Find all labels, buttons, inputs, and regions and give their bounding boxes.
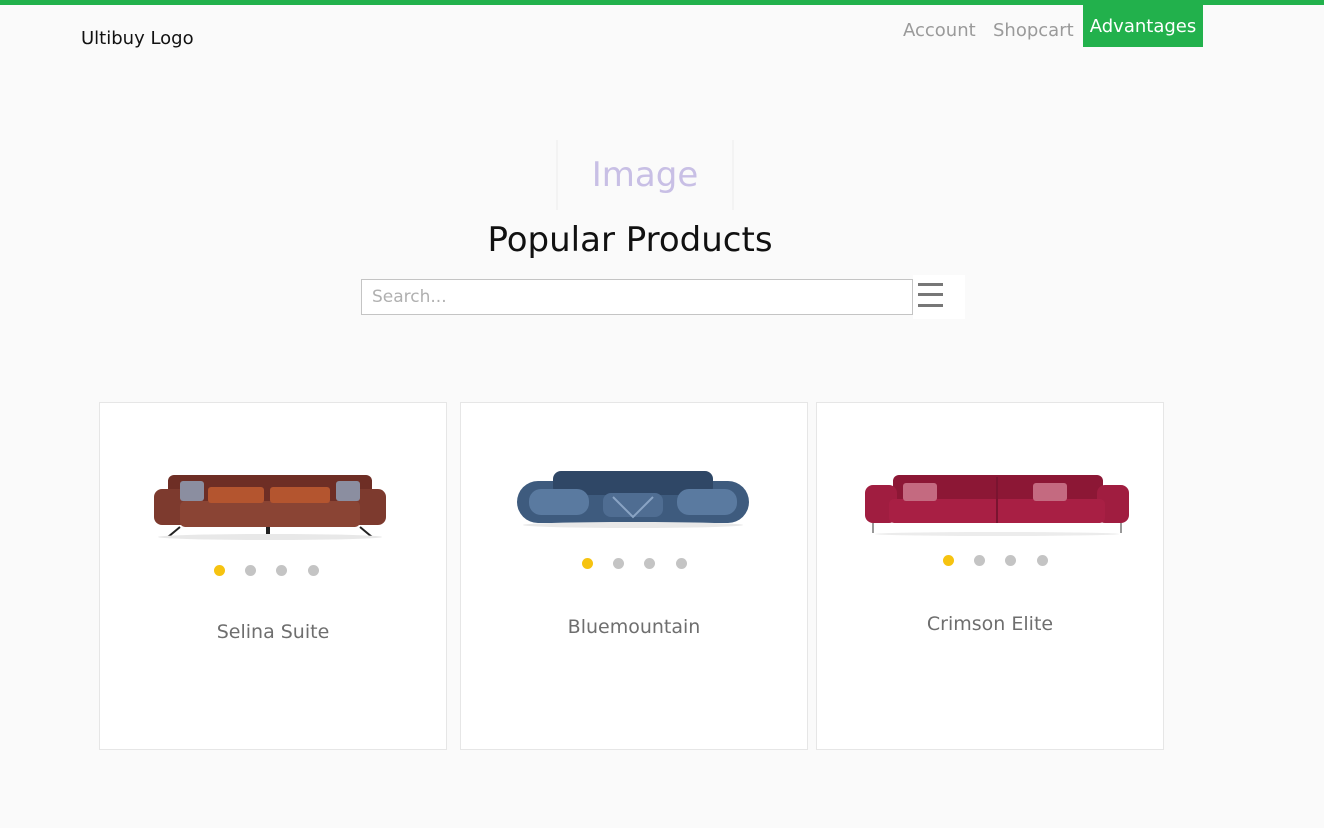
carousel-dot[interactable] <box>943 555 954 566</box>
product-name[interactable]: Crimson Elite <box>817 613 1163 635</box>
carousel-dot[interactable] <box>308 565 319 576</box>
carousel-dot[interactable] <box>1037 555 1048 566</box>
product-name[interactable]: Selina Suite <box>100 621 446 643</box>
carousel-dot[interactable] <box>276 565 287 576</box>
carousel-dot[interactable] <box>613 558 624 569</box>
carousel-dot[interactable] <box>214 565 225 576</box>
page-title: Popular Products <box>487 220 773 260</box>
hero-image-placeholder: Image <box>556 140 734 210</box>
carousel-dots <box>943 555 1053 567</box>
carousel-dot[interactable] <box>676 558 687 569</box>
nav-shopcart-link[interactable]: Shopcart <box>993 20 1074 41</box>
carousel-dot[interactable] <box>582 558 593 569</box>
carousel-dot[interactable] <box>974 555 985 566</box>
carousel-dot[interactable] <box>245 565 256 576</box>
product-card[interactable]: Selina Suite <box>99 402 447 750</box>
sofa-image-crimson <box>865 475 1129 536</box>
carousel-dot[interactable] <box>644 558 655 569</box>
sofa-image-blue <box>517 471 749 528</box>
search-input[interactable] <box>361 279 913 315</box>
carousel-dot[interactable] <box>1005 555 1016 566</box>
carousel-dots <box>214 565 324 577</box>
nav-account-link[interactable]: Account <box>903 20 976 41</box>
hamburger-menu-icon[interactable] <box>913 275 965 319</box>
carousel-dots <box>582 558 692 570</box>
product-name[interactable]: Bluemountain <box>461 616 807 638</box>
sofa-image-brown <box>154 475 386 540</box>
product-card[interactable]: Bluemountain <box>460 402 808 750</box>
product-card[interactable]: Crimson Elite <box>816 402 1164 750</box>
site-logo[interactable]: Ultibuy Logo <box>81 28 194 49</box>
nav-advantages-button[interactable]: Advantages <box>1083 5 1203 47</box>
